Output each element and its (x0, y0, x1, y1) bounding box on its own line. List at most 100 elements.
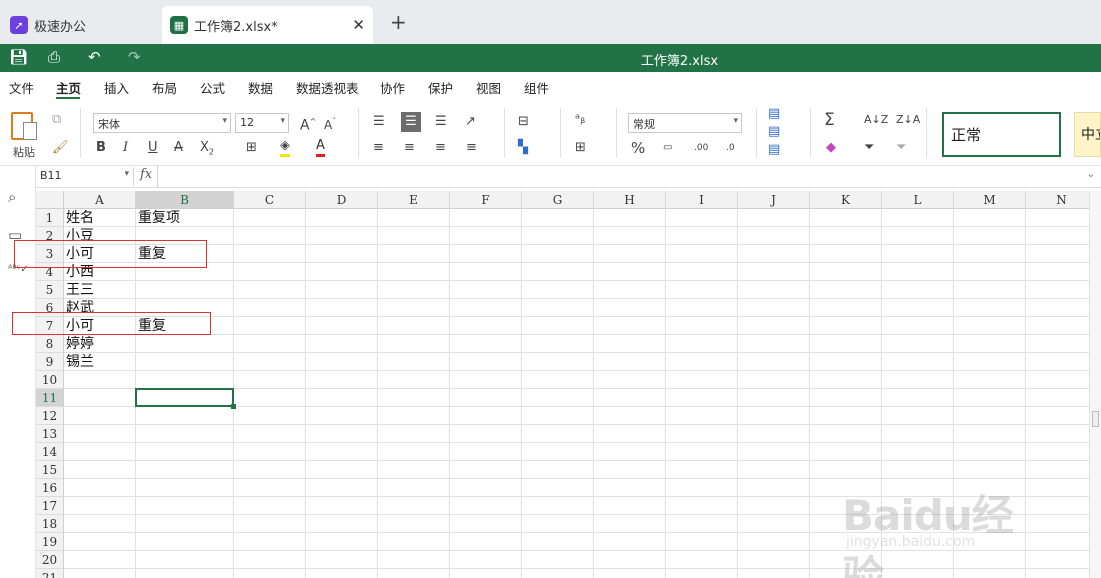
column-header-I[interactable]: I (666, 191, 738, 209)
align-middle-icon[interactable]: ☰ (401, 112, 421, 132)
sort-asc-icon[interactable]: A↓Z (864, 112, 888, 128)
column-header-M[interactable]: M (954, 191, 1026, 209)
format-painter-icon[interactable]: 🖌︎ (52, 140, 69, 156)
column-header-N[interactable]: N (1026, 191, 1089, 209)
font-size-select[interactable]: 12 ▾ (235, 113, 289, 133)
eraser-icon[interactable]: ◆ (826, 140, 836, 156)
underline-icon[interactable]: U (148, 140, 158, 156)
align-top-icon[interactable]: ☰ (373, 114, 385, 130)
column-header-J[interactable]: J (738, 191, 810, 209)
font-name-select[interactable]: 宋体 ▾ (93, 113, 231, 133)
row-header-8[interactable]: 8 (36, 335, 64, 353)
italic-icon[interactable]: I (123, 140, 128, 156)
menu-formula[interactable]: 公式 (200, 78, 225, 97)
column-header-G[interactable]: G (522, 191, 594, 209)
cell-A9[interactable]: 锡兰 (64, 353, 136, 371)
merge-cells-icon[interactable]: ▚ (518, 140, 528, 156)
new-tab-button[interactable]: + (390, 12, 407, 32)
row-header-12[interactable]: 12 (36, 407, 64, 425)
menu-home[interactable]: 主页 (56, 78, 81, 97)
sum-icon[interactable]: Σ (824, 112, 835, 129)
column-header-L[interactable]: L (882, 191, 954, 209)
column-header-C[interactable]: C (234, 191, 306, 209)
fill-handle[interactable] (231, 404, 236, 409)
currency-icon[interactable]: ▭ (663, 140, 672, 156)
menu-insert[interactable]: 插入 (104, 78, 129, 97)
search-icon[interactable]: ⌕ (8, 188, 16, 206)
menu-collab[interactable]: 协作 (380, 78, 405, 97)
insert-cells-icon[interactable]: ▤ (768, 106, 780, 122)
font-color-icon[interactable]: A (316, 138, 325, 157)
scrollbar-thumb[interactable] (1092, 411, 1099, 427)
style-neutral[interactable]: 中立 (1074, 112, 1101, 157)
row-header-20[interactable]: 20 (36, 551, 64, 569)
format-cells-icon[interactable]: ▤ (768, 142, 780, 158)
row-header-17[interactable]: 17 (36, 497, 64, 515)
increase-decimal-icon[interactable]: .00 (694, 140, 708, 156)
cell-A8[interactable]: 婷婷 (64, 335, 136, 353)
decrease-decimal-icon[interactable]: .0 (726, 140, 735, 156)
row-header-1[interactable]: 1 (36, 209, 64, 227)
chevron-down-icon[interactable]: ⌄ (1087, 169, 1095, 180)
decrease-font-icon[interactable]: Aˇ (324, 114, 336, 133)
menu-plugins[interactable]: 组件 (524, 78, 549, 97)
delete-cells-icon[interactable]: ▤ (768, 124, 780, 140)
text-replace-icon[interactable]: ᵃᵦ (575, 112, 585, 128)
row-header-15[interactable]: 15 (36, 461, 64, 479)
row-header-10[interactable]: 10 (36, 371, 64, 389)
column-header-A[interactable]: A (64, 191, 136, 209)
row-header-16[interactable]: 16 (36, 479, 64, 497)
number-format-select[interactable]: 常规 ▾ (628, 113, 742, 133)
cell-A5[interactable]: 王三 (64, 281, 136, 299)
justify-icon[interactable]: ≡ (466, 140, 477, 156)
cell-B1[interactable]: 重复项 (136, 209, 234, 227)
row-header-19[interactable]: 19 (36, 533, 64, 551)
menu-file[interactable]: 文件 (9, 78, 34, 97)
clear-filter-icon[interactable]: ⏷ (896, 140, 906, 156)
menu-view[interactable]: 视图 (476, 78, 501, 97)
column-header-D[interactable]: D (306, 191, 378, 209)
align-bottom-icon[interactable]: ☰ (435, 114, 447, 130)
vertical-scrollbar[interactable] (1089, 191, 1101, 578)
style-normal[interactable]: 正常 (942, 112, 1061, 157)
row-header-21[interactable]: 21 (36, 569, 64, 578)
align-right-icon[interactable]: ≡ (435, 140, 446, 156)
function-icon[interactable]: fx (140, 167, 152, 182)
align-left-icon[interactable]: ≡ (373, 140, 384, 156)
row-header-13[interactable]: 13 (36, 425, 64, 443)
percent-icon[interactable]: % (631, 140, 645, 156)
copy-icon[interactable]: ⧉ (52, 112, 61, 128)
column-header-H[interactable]: H (594, 191, 666, 209)
column-header-K[interactable]: K (810, 191, 882, 209)
menu-pivot[interactable]: 数据透视表 (296, 78, 359, 97)
menu-data[interactable]: 数据 (248, 78, 273, 97)
text-orientation-icon[interactable]: ↗ (465, 114, 476, 130)
column-header-F[interactable]: F (450, 191, 522, 209)
cell-style-icon[interactable]: ⊞ (575, 140, 586, 156)
align-center-icon[interactable]: ≡ (404, 140, 415, 156)
menu-protect[interactable]: 保护 (428, 78, 453, 97)
row-header-5[interactable]: 5 (36, 281, 64, 299)
bold-icon[interactable]: B (96, 140, 106, 156)
select-all-corner[interactable] (36, 191, 64, 209)
subscript-icon[interactable]: X2 (200, 140, 214, 161)
strikethrough-icon[interactable]: A (174, 140, 183, 156)
name-box[interactable]: B11 ▾ (36, 167, 134, 186)
cell-A1[interactable]: 姓名 (64, 209, 136, 227)
filter-icon[interactable]: ⏷ (864, 140, 874, 156)
tab-workbook[interactable]: ▦ 工作簿2.xlsx* ✕ (162, 6, 373, 44)
row-header-9[interactable]: 9 (36, 353, 64, 371)
column-header-E[interactable]: E (378, 191, 450, 209)
row-header-14[interactable]: 14 (36, 443, 64, 461)
row-header-11[interactable]: 11 (36, 389, 64, 407)
close-icon[interactable]: ✕ (352, 16, 365, 34)
wrap-text-icon[interactable]: ⊟ (518, 114, 529, 130)
fill-color-icon[interactable]: ◈ (280, 138, 290, 157)
column-header-B[interactable]: B (136, 191, 234, 209)
border-icon[interactable]: ⊞ (246, 140, 257, 156)
row-header-18[interactable]: 18 (36, 515, 64, 533)
paste-button[interactable] (11, 112, 39, 142)
increase-font-icon[interactable]: A^ (300, 114, 316, 134)
tab-home[interactable]: ➚ 极速办公 (0, 6, 160, 44)
sort-desc-icon[interactable]: Z↓A (896, 112, 920, 128)
